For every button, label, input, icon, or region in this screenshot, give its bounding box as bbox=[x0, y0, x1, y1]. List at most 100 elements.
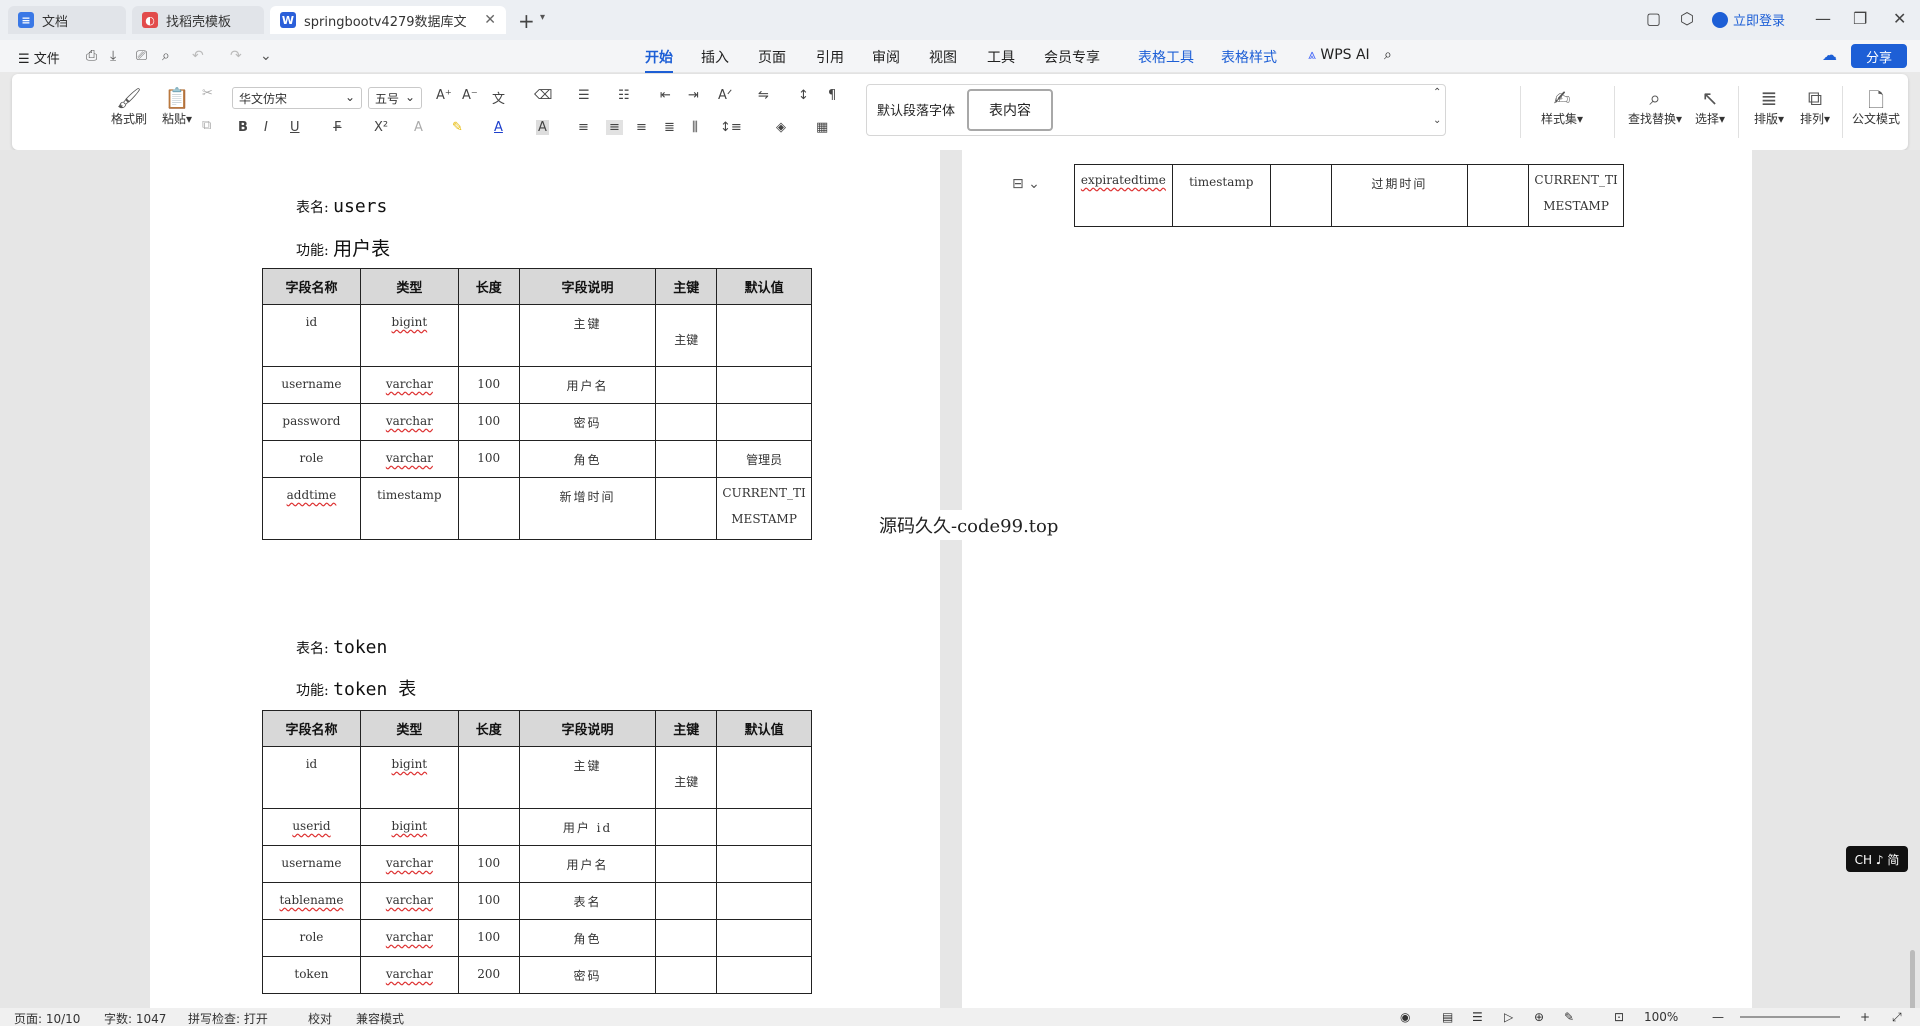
table-cell[interactable]: varchar bbox=[359, 403, 459, 441]
print-preview-icon[interactable]: ⌕ bbox=[162, 48, 170, 64]
web-view-icon[interactable]: ⊕ bbox=[1534, 1010, 1544, 1024]
table-cell[interactable] bbox=[457, 808, 520, 846]
numbered-list-icon[interactable]: ☷ bbox=[618, 88, 630, 103]
format-painter-button[interactable]: 🖌 格式刷 bbox=[104, 86, 154, 127]
tab-table-tools[interactable]: 表格工具 bbox=[1138, 47, 1194, 67]
char-shading-icon[interactable]: A bbox=[536, 120, 549, 135]
restore-icon[interactable]: ❐ bbox=[1853, 9, 1867, 28]
export-icon[interactable]: ⤓ bbox=[110, 48, 116, 64]
table-cell[interactable]: 密码 bbox=[518, 403, 657, 441]
vertical-scrollbar[interactable] bbox=[1910, 950, 1915, 1008]
table-cell[interactable]: 用户 id bbox=[518, 808, 657, 846]
fit-icon[interactable]: ⊡ bbox=[1614, 1010, 1624, 1024]
zoom-slider[interactable] bbox=[1740, 1016, 1840, 1018]
decrease-indent-icon[interactable]: ⇤ bbox=[660, 88, 671, 103]
align-left-icon[interactable]: ≡ bbox=[578, 120, 589, 135]
more-chevron-icon[interactable]: ⌄ bbox=[260, 48, 272, 64]
table-cell[interactable]: 主键 bbox=[655, 746, 718, 809]
table-cell[interactable]: 用户名 bbox=[518, 366, 657, 404]
font-size-select[interactable]: 五号 ⌄ bbox=[368, 87, 422, 109]
table-cell[interactable]: 主键 bbox=[518, 746, 657, 809]
redo-icon[interactable]: ↷ bbox=[230, 48, 242, 64]
save-icon[interactable]: ⎙ bbox=[86, 48, 97, 64]
table-cell[interactable]: varchar bbox=[359, 366, 459, 404]
cloud-upload-icon[interactable]: ☁ bbox=[1822, 46, 1837, 64]
table-cell[interactable]: role bbox=[262, 919, 361, 957]
style-set-button[interactable]: ✍ 样式集▾ bbox=[1532, 86, 1592, 127]
table-cell[interactable]: 100 bbox=[457, 882, 520, 920]
table-cell[interactable]: id bbox=[262, 746, 361, 809]
outline-view-icon[interactable]: ☰ bbox=[1472, 1010, 1483, 1024]
table-cell[interactable]: timestamp bbox=[359, 477, 459, 540]
table-cell[interactable]: role bbox=[262, 440, 361, 478]
clear-format-icon[interactable]: ⌫ bbox=[534, 88, 552, 103]
table-cell[interactable]: 100 bbox=[457, 403, 520, 441]
table-cell[interactable]: 新增时间 bbox=[518, 477, 657, 540]
spell-check[interactable]: 拼写检查: 打开 bbox=[188, 1010, 268, 1026]
table-cell[interactable] bbox=[655, 477, 718, 540]
new-tab-icon[interactable]: + bbox=[518, 9, 535, 33]
tab-start[interactable]: 开始 bbox=[645, 47, 673, 73]
table-cell[interactable] bbox=[457, 477, 520, 540]
table-cell[interactable] bbox=[716, 746, 812, 809]
word-count[interactable]: 字数: 1047 bbox=[104, 1010, 166, 1026]
zoom-out-icon[interactable]: — bbox=[1712, 1010, 1724, 1024]
table-cell[interactable]: varchar bbox=[359, 845, 459, 883]
bold-icon[interactable]: B bbox=[238, 120, 248, 135]
italic-icon[interactable]: I bbox=[264, 120, 268, 135]
tab-docs[interactable]: ≡ 文档 bbox=[8, 6, 126, 34]
align-center-icon[interactable]: ≡ bbox=[606, 120, 623, 135]
table-cell[interactable] bbox=[716, 304, 812, 367]
table-cell[interactable] bbox=[716, 882, 812, 920]
print-icon[interactable]: ⎚ bbox=[136, 48, 147, 64]
style-default-paragraph-font[interactable]: 默认段落字体 bbox=[877, 100, 955, 119]
arrange-button[interactable]: ⧉ 排列▾ bbox=[1792, 86, 1838, 127]
table-cell[interactable]: 100 bbox=[457, 440, 520, 478]
minimize-icon[interactable]: — bbox=[1815, 9, 1831, 28]
table-cell[interactable]: 主键 bbox=[518, 304, 657, 367]
highlight-icon[interactable]: ✎ bbox=[452, 120, 463, 135]
table-cell[interactable] bbox=[457, 304, 520, 367]
table-cell[interactable]: username bbox=[262, 366, 361, 404]
table-cell[interactable]: varchar bbox=[359, 882, 459, 920]
table-cell[interactable]: 管理员 bbox=[716, 440, 812, 478]
table-cell[interactable]: 角色 bbox=[518, 440, 657, 478]
increase-indent-icon[interactable]: ⇥ bbox=[688, 88, 699, 103]
table-handle-icon[interactable]: ⊟ ⌄ bbox=[1012, 176, 1040, 192]
table-cell[interactable] bbox=[655, 882, 718, 920]
tab-tools[interactable]: 工具 bbox=[987, 47, 1015, 67]
table-cell[interactable]: expiratedtime bbox=[1074, 164, 1173, 227]
justify-icon[interactable]: ≣ bbox=[664, 120, 675, 135]
copy-icon[interactable]: ⧉ bbox=[202, 118, 211, 133]
table-cell[interactable]: 角色 bbox=[518, 919, 657, 957]
close-window-icon[interactable]: ✕ bbox=[1893, 9, 1906, 28]
border-icon[interactable]: ▦ bbox=[816, 120, 828, 135]
table-cell[interactable] bbox=[716, 403, 812, 441]
font-color-icon[interactable]: A bbox=[494, 120, 503, 135]
table-cell[interactable] bbox=[1467, 164, 1530, 227]
fullscreen-icon[interactable]: ⤢ bbox=[1892, 1010, 1902, 1025]
show-marks-icon[interactable]: ¶ bbox=[828, 88, 836, 103]
table-cell[interactable]: bigint bbox=[359, 304, 459, 367]
file-menu[interactable]: ☰ 文件 bbox=[18, 48, 60, 67]
table-cell[interactable]: username bbox=[262, 845, 361, 883]
phonetic-icon[interactable]: 文 bbox=[492, 88, 505, 107]
page-indicator[interactable]: 页面: 10/10 bbox=[14, 1010, 80, 1026]
table-cell[interactable] bbox=[716, 808, 812, 846]
page-left[interactable]: 表名: users 功能: 用户表 字段名称 类型 长度 字段说明 主键 默认值 id bi… bbox=[150, 150, 940, 1008]
ime-indicator[interactable]: CH ♪ 简 bbox=[1846, 846, 1908, 872]
underline-icon[interactable]: U bbox=[290, 120, 300, 135]
sort-icon[interactable]: ↕ bbox=[798, 88, 809, 103]
eye-icon[interactable]: ◉ bbox=[1400, 1010, 1410, 1024]
table-cell[interactable]: 表名 bbox=[518, 882, 657, 920]
zoom-in-icon[interactable]: + bbox=[1860, 1010, 1870, 1024]
table-cell[interactable]: addtime bbox=[262, 477, 361, 540]
login-button[interactable]: 立即登录 bbox=[1712, 10, 1785, 29]
table-cell[interactable] bbox=[716, 845, 812, 883]
table-cell[interactable]: varchar bbox=[359, 956, 459, 994]
table-cell[interactable]: 密码 bbox=[518, 956, 657, 994]
table-cell[interactable]: bigint bbox=[359, 746, 459, 809]
play-icon[interactable]: ▷ bbox=[1504, 1010, 1513, 1024]
table-cell[interactable] bbox=[655, 403, 718, 441]
proofread[interactable]: 校对 bbox=[308, 1010, 332, 1026]
